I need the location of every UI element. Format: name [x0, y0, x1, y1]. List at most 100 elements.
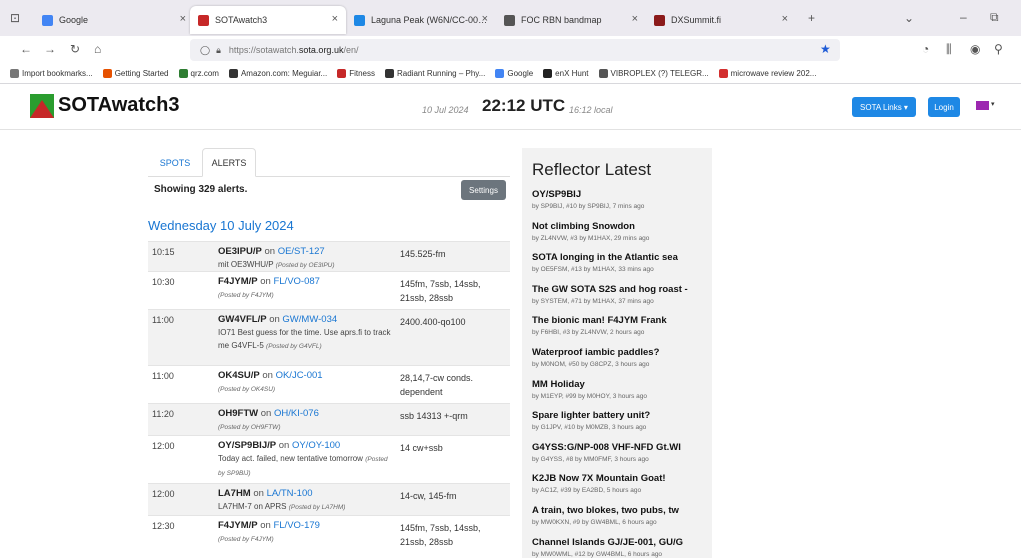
- reflector-topic-title[interactable]: K2JB Now 7X Mountain Goat!: [532, 472, 710, 485]
- new-tab-icon[interactable]: +: [808, 11, 815, 25]
- reflector-topic-title[interactable]: MM Holiday: [532, 378, 710, 391]
- reflector-topic-title[interactable]: Not climbing Snowdon: [532, 220, 710, 233]
- alert-callsign[interactable]: GW4VFL/P: [218, 314, 267, 325]
- reflector-item[interactable]: G4YSS:G/NP-008 VHF-NFD Gt.WI by G4YSS, #8…: [532, 441, 710, 473]
- bookmark-item[interactable]: Fitness: [337, 69, 375, 78]
- reflector-item[interactable]: MM Holiday by M1EYP, #99 by M0HOY, 3 hour…: [532, 378, 710, 410]
- alert-comment: Today act. failed, new tentative tomorro…: [218, 452, 393, 480]
- alert-time: 10:15: [152, 247, 175, 257]
- alert-callsign[interactable]: F4JYM/P: [218, 520, 258, 531]
- alert-posted-by: (Posted by LA7HM): [288, 504, 346, 511]
- reflector-item[interactable]: OY/SP9BIJ by SP9BIJ, #10 by SP9BIJ, 7 min…: [532, 188, 710, 220]
- tab-close-icon[interactable]: ×: [782, 13, 788, 25]
- bookmark-item[interactable]: Import bookmarks...: [10, 69, 93, 78]
- pocket-icon[interactable]: ◔: [922, 42, 929, 56]
- tab-list-chevron-icon[interactable]: ⌄: [904, 11, 914, 25]
- reflector-item[interactable]: The GW SOTA S2S and hog roast - by SYSTEM…: [532, 283, 710, 315]
- browser-tab[interactable]: Google ×: [34, 6, 194, 34]
- tab-close-icon[interactable]: ×: [482, 13, 488, 25]
- alert-summit-ref[interactable]: LA/TN-100: [267, 488, 313, 499]
- tab-close-icon[interactable]: ×: [632, 13, 638, 25]
- bookmark-item[interactable]: Amazon.com: Meguiar...: [228, 69, 327, 78]
- bookmark-item[interactable]: microwave review 202...: [718, 69, 816, 78]
- alert-summit-ref[interactable]: OE/ST-127: [278, 246, 325, 257]
- browser-tab[interactable]: SOTAwatch3 ×: [190, 6, 346, 34]
- tab-close-icon[interactable]: ×: [180, 13, 186, 25]
- bookmark-icon: [718, 69, 728, 78]
- alert-callsign[interactable]: OY/SP9BIJ/P: [218, 440, 276, 451]
- settings-button[interactable]: Settings: [461, 180, 506, 200]
- sota-links-button[interactable]: SOTA Links ▾: [852, 97, 916, 117]
- tab-overview-icon[interactable]: ⊡: [10, 11, 20, 25]
- url-bar[interactable]: ◯ 🔒︎ https://sotawatch. sota.org.uk/en/: [190, 39, 840, 61]
- alert-callsign[interactable]: OK4SU/P: [218, 370, 260, 381]
- login-button[interactable]: Login: [928, 97, 960, 117]
- alert-row: 12:00 OY/SP9BIJ/P on OY/OY-100 Today act. …: [148, 435, 510, 483]
- browser-tab[interactable]: FOC RBN bandmap ×: [496, 6, 646, 34]
- reflector-topic-title[interactable]: SOTA longing in the Atlantic sea: [532, 251, 710, 264]
- alert-summit-ref[interactable]: FL/VO-087: [273, 276, 319, 287]
- reflector-item[interactable]: Channel Islands GJ/JE-001, GU/G by MW0WML…: [532, 536, 710, 558]
- alert-callsign[interactable]: OE3IPU/P: [218, 246, 262, 257]
- bookmark-label: VIBROPLEX (?) TELEGR...: [610, 69, 709, 78]
- back-icon[interactable]: ←: [20, 42, 32, 56]
- alert-row: 11:00 GW4VFL/P on GW/MW-034 IO71 Best gues…: [148, 309, 510, 365]
- library-icon[interactable]: ⫼: [946, 42, 952, 57]
- reload-icon[interactable]: ↻: [70, 42, 80, 56]
- reflector-item[interactable]: K2JB Now 7X Mountain Goat! by AC1Z, #39 b…: [532, 472, 710, 504]
- reflector-topic-meta: by SYSTEM, #71 by M1HAX, 37 mins ago: [532, 297, 654, 305]
- sota-logo[interactable]: [30, 94, 54, 118]
- tab-alerts[interactable]: ALERTS: [202, 148, 256, 177]
- alert-comment-text: mit OE3WHU/P: [218, 260, 274, 269]
- browser-tab[interactable]: DXSummit.fi ×: [646, 6, 796, 34]
- alert-summit-ref[interactable]: OY/OY-100: [292, 440, 340, 451]
- reflector-item[interactable]: A train, two blokes, two pubs, tw by MW0K…: [532, 504, 710, 536]
- reflector-title: Reflector Latest: [532, 160, 652, 179]
- maximize-icon[interactable]: ⧉: [990, 10, 999, 25]
- reflector-topic-meta: by M1EYP, #99 by M0HOY, 3 hours ago: [532, 392, 648, 400]
- lock-icon: 🔒︎: [216, 44, 221, 55]
- bookmark-item[interactable]: Radiant Running – Phy...: [385, 69, 485, 78]
- bookmark-item[interactable]: VIBROPLEX (?) TELEGR...: [598, 69, 709, 78]
- mic-icon: [504, 14, 515, 26]
- bookmark-item[interactable]: enX Hunt: [543, 69, 589, 78]
- reflector-item[interactable]: The bionic man! F4JYM Frank by F6HBI, #3 …: [532, 314, 710, 346]
- minimize-icon[interactable]: –: [960, 10, 967, 24]
- alert-summit-ref[interactable]: OH/KI-076: [274, 408, 319, 419]
- tab-close-icon[interactable]: ×: [332, 13, 338, 25]
- alert-callsign[interactable]: OH9FTW: [218, 408, 258, 419]
- account-icon[interactable]: ◉: [970, 42, 980, 56]
- home-icon[interactable]: ⌂: [94, 42, 101, 56]
- alert-summit-ref[interactable]: GW/MW-034: [282, 314, 337, 325]
- tab-spots[interactable]: SPOTS: [148, 148, 202, 177]
- reflector-topic-title[interactable]: The bionic man! F4JYM Frank: [532, 314, 710, 327]
- bookmark-item[interactable]: Google: [495, 69, 533, 78]
- bookmark-star-icon[interactable]: ★: [820, 42, 831, 56]
- reflector-item[interactable]: Waterproof iambic paddles? by M0NOM, #50 …: [532, 346, 710, 378]
- site-brand[interactable]: SOTAwatch3: [58, 94, 180, 117]
- alert-callsign[interactable]: LA7HM: [218, 488, 251, 499]
- alert-summit-ref[interactable]: FL/VO-179: [273, 520, 319, 531]
- reflector-topic-title[interactable]: OY/SP9BIJ: [532, 188, 710, 201]
- extensions-icon[interactable]: ⚲: [994, 42, 1003, 56]
- alert-callsign[interactable]: F4JYM/P: [218, 276, 258, 287]
- reflector-topic-title[interactable]: Spare lighter battery unit?: [532, 409, 710, 422]
- language-flag-icon[interactable]: [976, 101, 989, 110]
- forward-icon[interactable]: →: [44, 42, 56, 56]
- alert-summit-ref[interactable]: OK/JC-001: [276, 370, 323, 381]
- reflector-item[interactable]: Spare lighter battery unit? by G1JPV, #10…: [532, 409, 710, 441]
- language-caret-icon[interactable]: ▾: [991, 100, 995, 108]
- reflector-topic-meta: by MW0WML, #12 by GW4BML, 6 hours ago: [532, 550, 663, 558]
- reflector-topic-title[interactable]: The GW SOTA S2S and hog roast -: [532, 283, 710, 296]
- alert-frequency: 14-cw, 145-fm: [400, 491, 457, 501]
- url-suffix: /en/: [343, 45, 359, 55]
- bookmark-item[interactable]: Getting Started: [102, 69, 169, 78]
- reflector-item[interactable]: SOTA longing in the Atlantic sea by OE5FS…: [532, 251, 710, 283]
- reflector-topic-title[interactable]: Channel Islands GJ/JE-001, GU/G: [532, 536, 710, 549]
- browser-tab[interactable]: Laguna Peak (W6N/CC-008) - S ×: [346, 6, 496, 34]
- reflector-topic-title[interactable]: G4YSS:G/NP-008 VHF-NFD Gt.WI: [532, 441, 710, 454]
- bookmark-item[interactable]: qrz.com: [178, 69, 219, 78]
- reflector-item[interactable]: Not climbing Snowdon by ZL4NVW, #3 by M1H…: [532, 220, 710, 252]
- reflector-topic-title[interactable]: A train, two blokes, two pubs, tw: [532, 504, 710, 517]
- reflector-topic-title[interactable]: Waterproof iambic paddles?: [532, 346, 710, 359]
